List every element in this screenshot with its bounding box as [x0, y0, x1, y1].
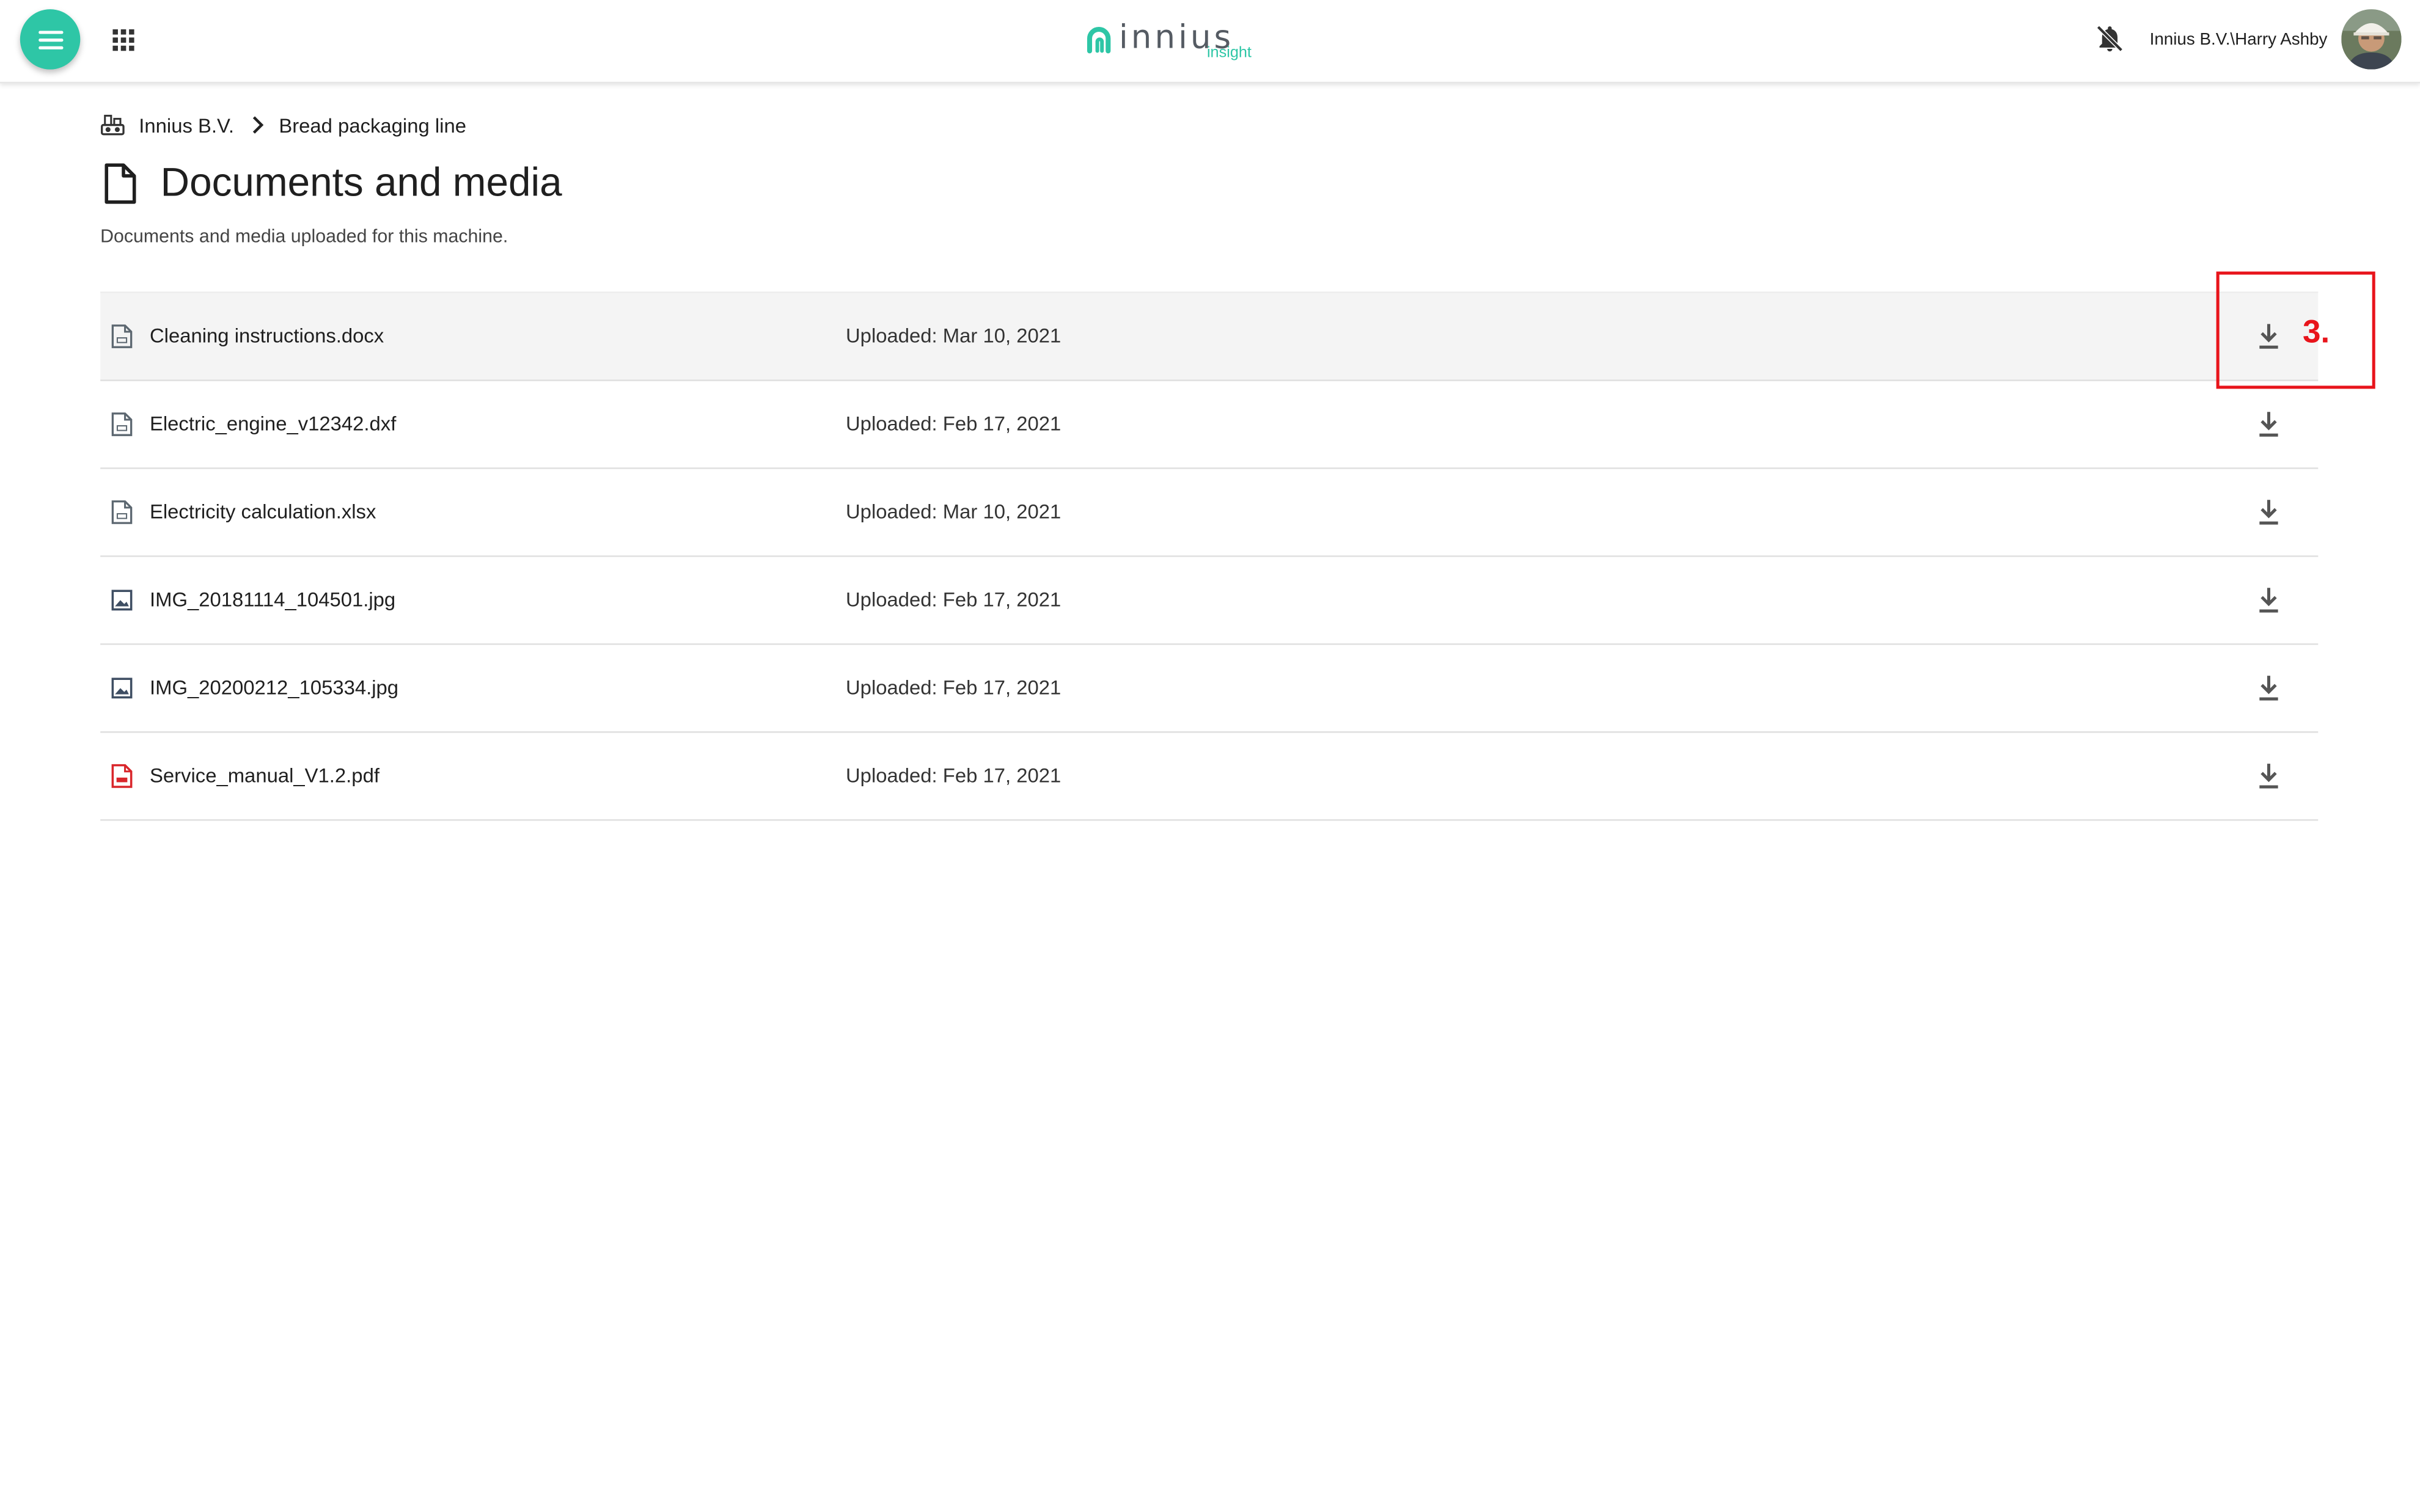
annotation-highlight-box [2216, 271, 2375, 389]
document-row[interactable]: IMG_20181114_104501.jpg Uploaded: Feb 17… [100, 557, 2319, 645]
main-menu-button[interactable] [20, 9, 81, 70]
image-icon [111, 677, 133, 699]
document-row[interactable]: Service_manual_V1.2.pdf Uploaded: Feb 17… [100, 733, 2319, 821]
document-row[interactable]: Cleaning instructions.docx Uploaded: Mar… [100, 291, 2319, 381]
breadcrumb: Innius B.V. Bread packaging line [100, 111, 466, 139]
upload-date: Uploaded: Feb 17, 2021 [845, 588, 1062, 612]
download-icon[interactable] [2255, 673, 2282, 704]
breadcrumb-machine[interactable]: Bread packaging line [279, 114, 466, 137]
upload-date: Uploaded: Feb 17, 2021 [845, 764, 1062, 787]
notifications-off-icon[interactable] [2094, 23, 2125, 54]
documents-list: Cleaning instructions.docx Uploaded: Mar… [100, 291, 2319, 821]
user-avatar[interactable] [2341, 9, 2402, 70]
apps-grid-icon [112, 29, 134, 51]
file-icon [111, 412, 133, 436]
image-icon [111, 590, 133, 611]
document-icon [105, 163, 136, 203]
file-icon [111, 500, 133, 524]
innius-logo[interactable]: innius insight [1080, 15, 1266, 68]
upload-date: Uploaded: Feb 17, 2021 [845, 412, 1062, 436]
page-title: Documents and media [160, 159, 562, 205]
app-root: innius insight Innius B.V.\Harry Ashby I… [0, 0, 2420, 1512]
document-name[interactable]: Service_manual_V1.2.pdf [150, 764, 380, 787]
chevron-right-icon [252, 116, 263, 134]
machine-icon [101, 114, 125, 136]
document-name[interactable]: Electricity calculation.xlsx [150, 500, 376, 523]
top-bar: innius insight Innius B.V.\Harry Ashby [0, 0, 2420, 84]
document-name[interactable]: Electric_engine_v12342.dxf [150, 412, 396, 435]
document-row[interactable]: IMG_20200212_105334.jpg Uploaded: Feb 17… [100, 645, 2319, 733]
user-account-label[interactable]: Innius B.V.\Harry Ashby [2150, 31, 2328, 49]
logo-mark-icon [1087, 27, 1111, 54]
document-name[interactable]: Cleaning instructions.docx [150, 324, 384, 347]
upload-date: Uploaded: Mar 10, 2021 [845, 324, 1062, 348]
download-icon[interactable] [2255, 409, 2282, 440]
page-subtitle: Documents and media uploaded for this ma… [100, 225, 508, 247]
pdf-icon [111, 764, 133, 788]
hamburger-menu-icon [37, 30, 63, 49]
upload-date: Uploaded: Feb 17, 2021 [845, 676, 1062, 699]
logo-subtitle: insight [1206, 45, 1252, 62]
upload-date: Uploaded: Mar 10, 2021 [845, 500, 1062, 524]
download-icon[interactable] [2255, 761, 2282, 792]
avatar-photo-icon [2341, 9, 2402, 70]
apps-grid-button[interactable] [108, 24, 139, 56]
document-row[interactable]: Electricity calculation.xlsx Uploaded: M… [100, 469, 2319, 557]
breadcrumb-company[interactable]: Innius B.V. [139, 114, 234, 137]
download-icon[interactable] [2255, 497, 2282, 528]
file-icon [111, 324, 133, 348]
document-name[interactable]: IMG_20200212_105334.jpg [150, 676, 398, 699]
document-name[interactable]: IMG_20181114_104501.jpg [150, 588, 395, 611]
page-header: Documents and media [102, 159, 562, 206]
annotation-step-label: 3. [2303, 315, 2330, 351]
document-row[interactable]: Electric_engine_v12342.dxf Uploaded: Feb… [100, 381, 2319, 469]
download-icon[interactable] [2255, 585, 2282, 616]
